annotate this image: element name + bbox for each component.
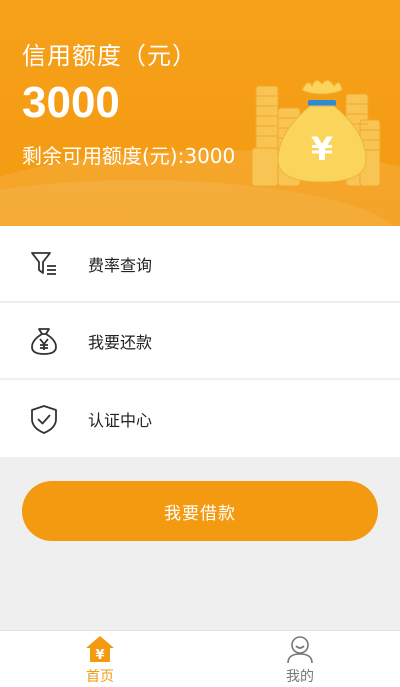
credit-header: 信用额度（元） 3000 剩余可用额度(元):3000 ¥ [0, 0, 400, 226]
tab-label: 首页 [86, 669, 114, 685]
menu-item-rate-query[interactable]: 费率查询 [0, 226, 400, 303]
feature-menu: 费率查询 我要还款 认证中心 [0, 226, 400, 457]
svg-text:¥: ¥ [95, 648, 104, 663]
menu-item-label: 我要还款 [88, 332, 153, 352]
tab-home[interactable]: ¥ 首页 [0, 631, 200, 687]
borrow-button[interactable]: 我要借款 [22, 481, 378, 541]
credit-amount: 3000 [22, 78, 120, 127]
menu-item-repayment[interactable]: 我要还款 [0, 303, 400, 380]
user-icon [285, 634, 315, 664]
credit-title: 信用额度（元） [22, 42, 197, 70]
tab-label: 我的 [286, 669, 314, 685]
filter-icon [22, 242, 66, 286]
tab-mine[interactable]: 我的 [200, 631, 400, 687]
bottom-tab-bar: ¥ 首页 我的 [0, 630, 400, 687]
remaining-credit: 剩余可用额度(元):3000 [22, 144, 236, 168]
money-bag-coins-illustration: ¥ [251, 80, 381, 187]
money-bag-icon [22, 319, 66, 363]
home-icon: ¥ [85, 634, 115, 664]
menu-item-label: 认证中心 [88, 410, 153, 430]
svg-text:¥: ¥ [311, 130, 333, 168]
menu-item-verification-center[interactable]: 认证中心 [0, 380, 400, 457]
menu-item-label: 费率查询 [88, 255, 153, 275]
shield-check-icon [22, 397, 66, 441]
